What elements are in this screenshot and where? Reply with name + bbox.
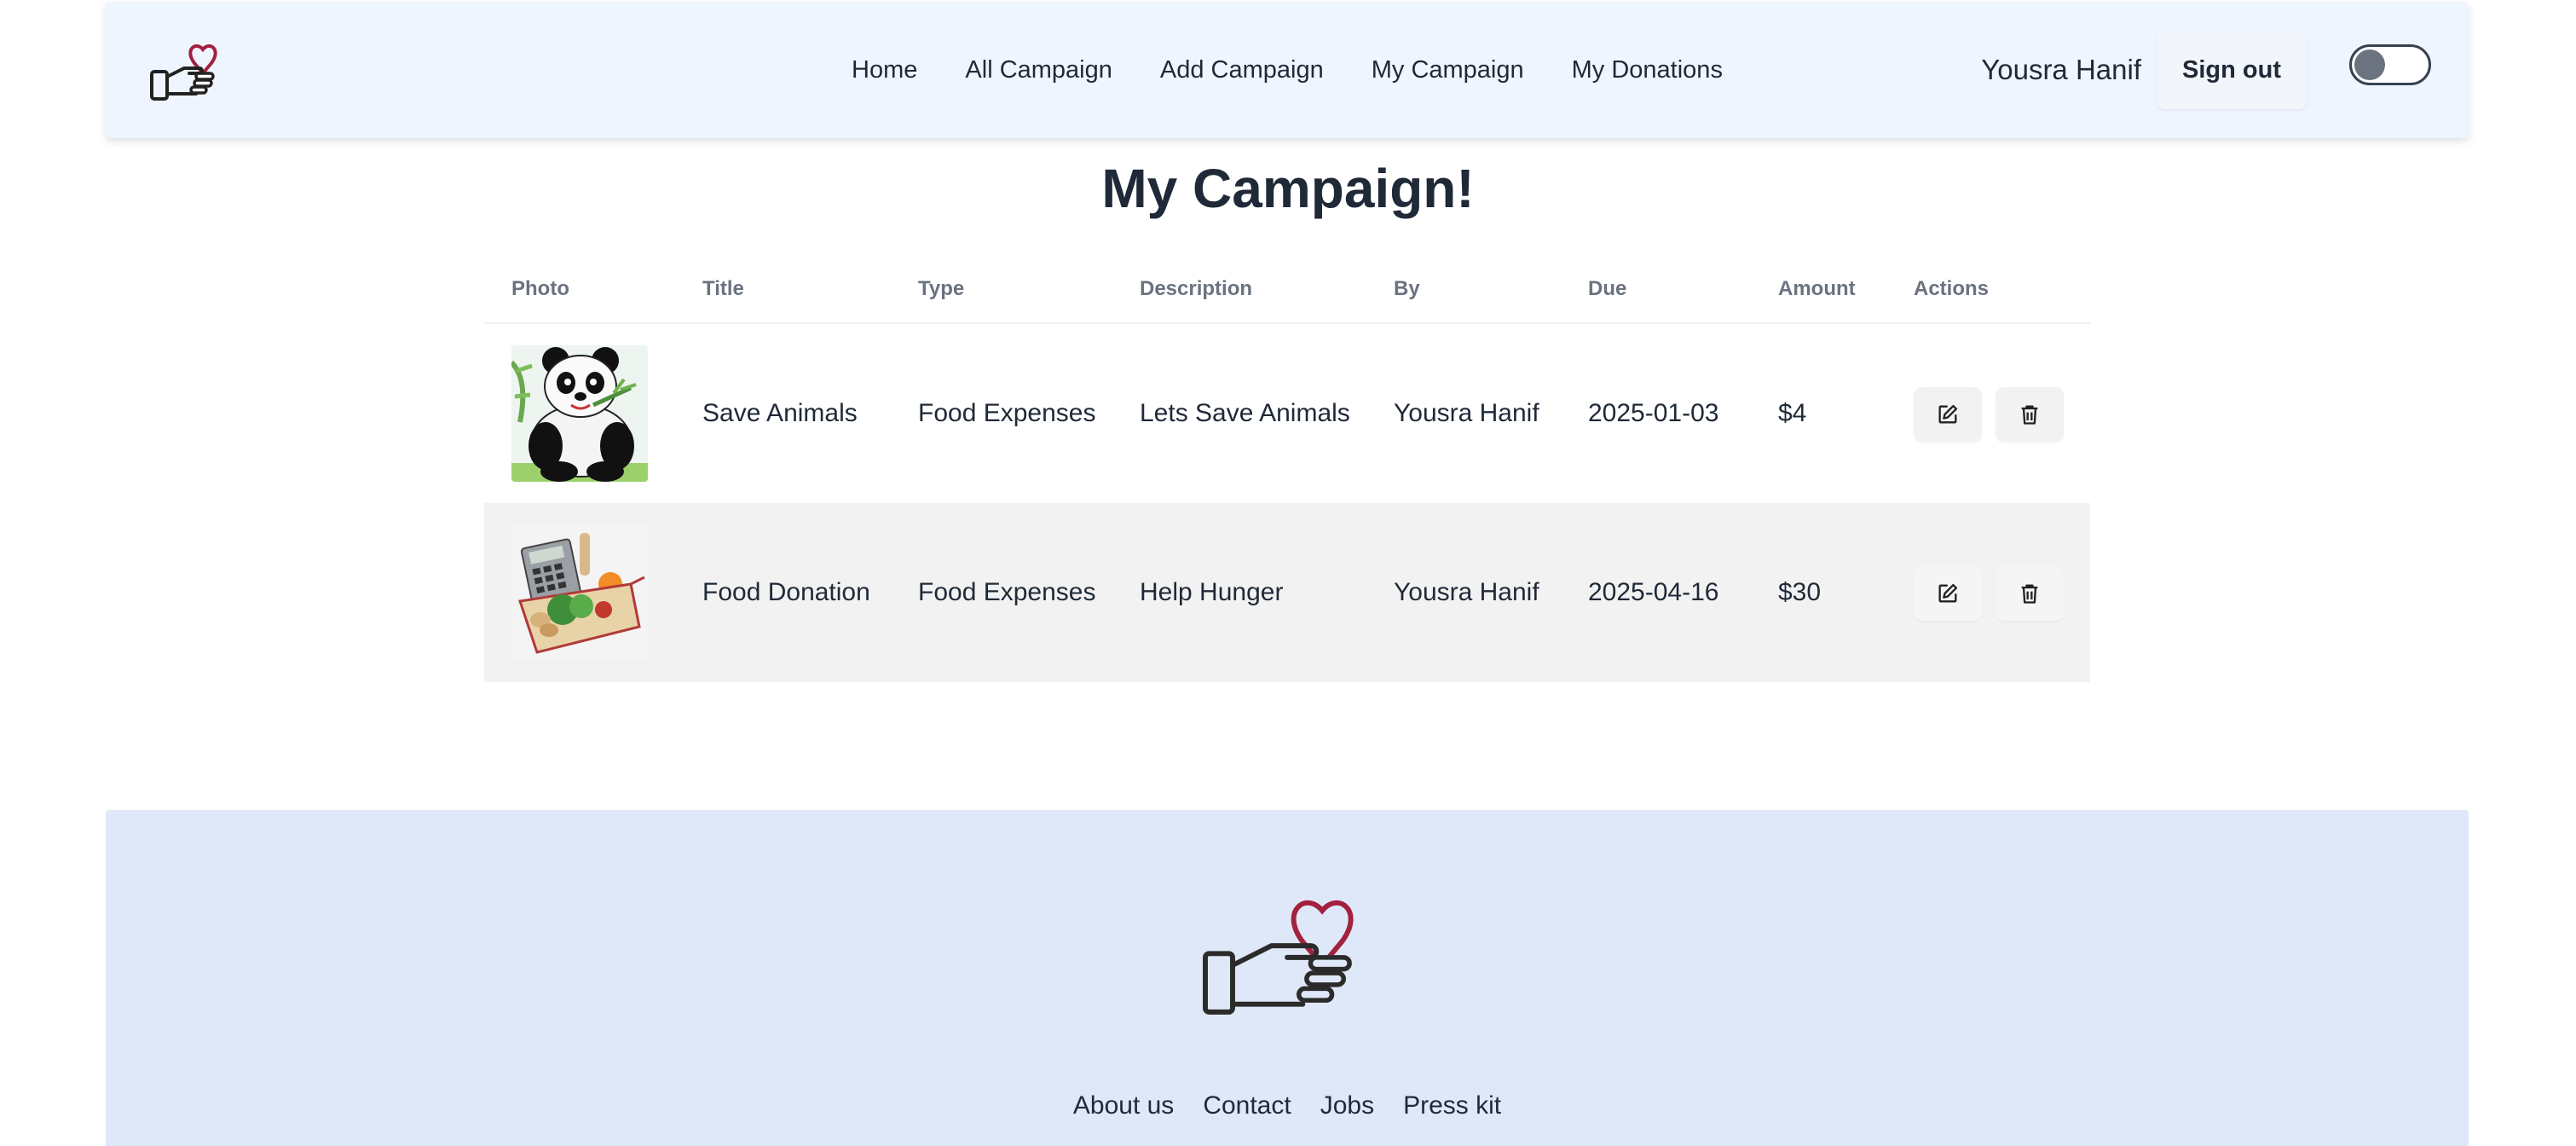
- footer-link-jobs[interactable]: Jobs: [1320, 1091, 1374, 1120]
- delete-button[interactable]: [1996, 387, 2064, 442]
- edit-icon: [1938, 404, 1958, 424]
- trash-icon: [2021, 405, 2038, 425]
- campaign-title: Save Animals: [702, 399, 858, 427]
- footer-link-press-kit[interactable]: Press kit: [1403, 1091, 1501, 1120]
- footer-link-about-us[interactable]: About us: [1073, 1091, 1174, 1120]
- campaign-by: Yousra Hanif: [1394, 399, 1539, 427]
- footer-link-contact[interactable]: Contact: [1203, 1091, 1291, 1120]
- edit-button[interactable]: [1914, 566, 1982, 621]
- header-photo: Photo: [511, 277, 569, 300]
- page-title: My Campaign!: [1101, 158, 1475, 219]
- campaign-due: 2025-04-16: [1588, 578, 1719, 606]
- trash-icon: [2021, 584, 2038, 604]
- campaign-amount: $4: [1778, 399, 1807, 427]
- edit-icon: [1938, 583, 1958, 603]
- campaign-amount: $30: [1778, 578, 1822, 606]
- footer-links: About us Contact Jobs Press kit: [106, 1091, 2469, 1120]
- header-type: Type: [918, 277, 965, 300]
- sign-out-button[interactable]: Sign out: [2157, 31, 2307, 109]
- campaign-type: Food Expenses: [918, 578, 1096, 606]
- campaign-title: Food Donation: [702, 578, 870, 606]
- header-due: Due: [1588, 277, 1627, 300]
- nav-link-add-campaign[interactable]: Add Campaign: [1136, 2, 1348, 138]
- nav-link-all-campaign[interactable]: All Campaign: [941, 2, 1135, 138]
- campaign-by: Yousra Hanif: [1394, 578, 1539, 606]
- campaign-due: 2025-01-03: [1588, 399, 1719, 427]
- logo-hand-heart-icon[interactable]: [147, 38, 228, 104]
- header-by: By: [1394, 277, 1420, 300]
- header-actions: Actions: [1914, 277, 1990, 300]
- nav-link-home[interactable]: Home: [828, 2, 941, 138]
- table-row: Food Donation Food Expenses Help Hunger …: [484, 503, 2090, 682]
- grocery-basket-photo: [511, 524, 648, 661]
- header-amount: Amount: [1778, 277, 1856, 300]
- footer-logo-hand-heart-icon: [1193, 883, 1382, 1020]
- header-title: Title: [702, 277, 744, 300]
- table-row: Save Animals Food Expenses Lets Save Ani…: [484, 324, 2090, 503]
- campaign-type: Food Expenses: [918, 399, 1096, 427]
- edit-button[interactable]: [1914, 387, 1982, 442]
- delete-button[interactable]: [1996, 566, 2064, 621]
- nav-link-my-campaign[interactable]: My Campaign: [1348, 2, 1548, 138]
- nav-user-area: Yousra Hanif Sign out: [1981, 2, 2431, 138]
- theme-toggle[interactable]: [2349, 44, 2431, 85]
- campaign-description: Help Hunger: [1140, 578, 1284, 606]
- campaign-table: Photo Title Type Description By Due Amou…: [484, 254, 2090, 682]
- nav-link-my-donations[interactable]: My Donations: [1548, 2, 1747, 138]
- header-description: Description: [1140, 277, 1253, 300]
- theme-toggle-knob: [2354, 49, 2385, 80]
- navbar: Home All Campaign Add Campaign My Campai…: [106, 2, 2469, 138]
- panda-photo: [511, 345, 648, 482]
- user-name: Yousra Hanif: [1981, 54, 2141, 85]
- campaign-description: Lets Save Animals: [1140, 399, 1350, 427]
- table-header: Photo Title Type Description By Due Amou…: [484, 254, 2090, 324]
- footer: About us Contact Jobs Press kit: [106, 810, 2469, 1146]
